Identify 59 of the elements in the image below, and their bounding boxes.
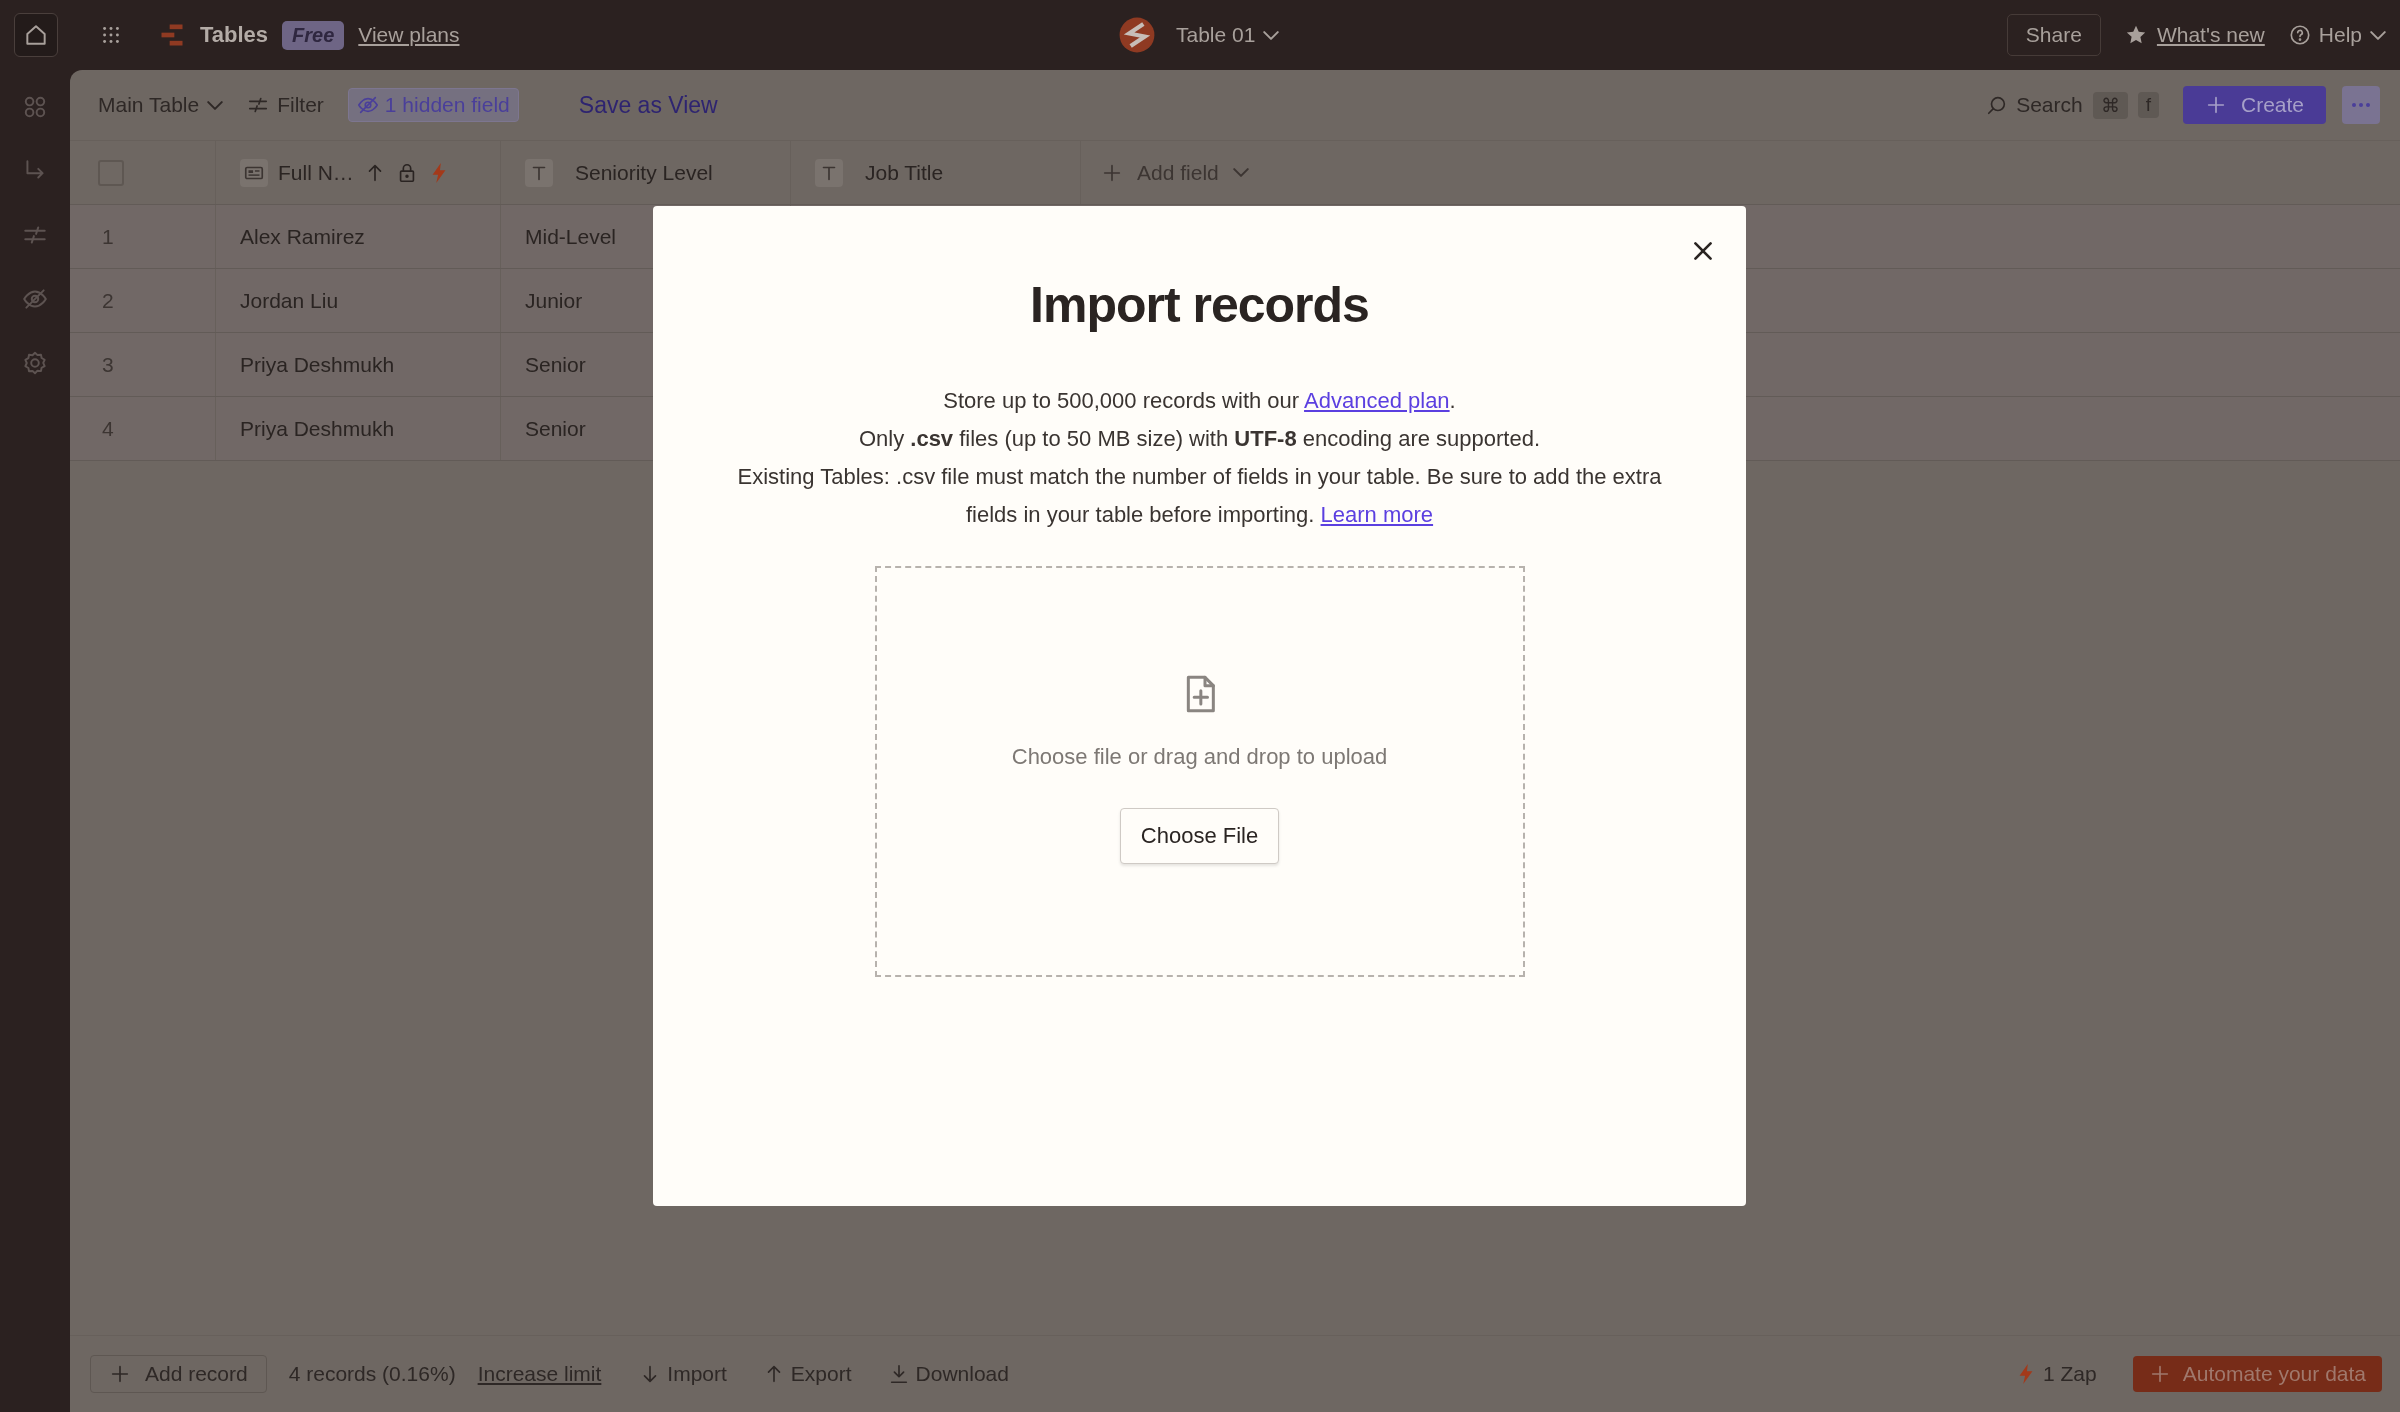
eye-off-icon bbox=[356, 94, 379, 116]
apps-icon[interactable] bbox=[22, 94, 48, 120]
dialog-title: Import records bbox=[1030, 276, 1369, 334]
upload-hint: Choose file or drag and drop to upload bbox=[1011, 744, 1388, 770]
choose-file-button[interactable]: Choose File bbox=[1119, 808, 1280, 864]
column-header[interactable]: Seniority Level bbox=[501, 141, 791, 204]
record-count: 4 records (0.16%) bbox=[288, 1362, 456, 1386]
increase-limit-link[interactable]: Increase limit bbox=[477, 1362, 602, 1386]
save-view-button[interactable]: Save as View bbox=[578, 91, 718, 119]
chevron-icon bbox=[207, 100, 224, 110]
create-button[interactable]: Create bbox=[2182, 86, 2326, 124]
share-button[interactable]: Share bbox=[2006, 14, 2101, 56]
dialog-text: Existing Tables: .csv file must match the number of fields in your table. Be sure to add the extra fields in your table before importing. Learn more bbox=[736, 463, 1663, 529]
chevron-icon bbox=[2370, 30, 2386, 40]
chevron-icon bbox=[1232, 168, 1249, 177]
chevron-icon bbox=[1263, 30, 1280, 40]
download-button[interactable]: Download bbox=[887, 1362, 1009, 1386]
home-icon[interactable] bbox=[14, 13, 58, 57]
table-cell: Senior bbox=[525, 352, 586, 377]
table-cell: Priya Deshmukh bbox=[240, 416, 395, 441]
automate-button[interactable]: Automate your data bbox=[2132, 1356, 2382, 1392]
column-header[interactable]: Full N… bbox=[216, 141, 501, 204]
text-type-icon bbox=[525, 158, 553, 187]
eye-off-icon[interactable] bbox=[22, 286, 48, 312]
table-cell: Jordan Liu bbox=[240, 288, 339, 313]
dialog-link[interactable]: Learn more bbox=[1320, 502, 1434, 527]
import-button[interactable]: Import bbox=[639, 1362, 727, 1386]
text-type-icon bbox=[815, 158, 843, 187]
filter-button[interactable]: Filter bbox=[247, 93, 324, 117]
app-grid-icon[interactable] bbox=[100, 24, 122, 46]
settings-icon[interactable] bbox=[22, 350, 48, 376]
plan-badge: Free bbox=[282, 20, 345, 50]
id-card-icon bbox=[240, 158, 268, 187]
add-record-button[interactable]: Add record bbox=[90, 1355, 267, 1393]
help-button[interactable]: Help bbox=[2288, 23, 2386, 47]
table-name-dropdown[interactable]: Table 01 bbox=[1176, 23, 1280, 47]
more-icon[interactable] bbox=[2342, 86, 2380, 124]
dialog-link[interactable]: Advanced plan bbox=[1304, 388, 1450, 413]
zaps-button[interactable]: 1 Zap bbox=[2015, 1362, 2097, 1386]
table-cell: Priya Deshmukh bbox=[240, 352, 395, 377]
plus-icon bbox=[109, 1363, 131, 1385]
help-icon bbox=[2288, 24, 2311, 46]
export-button[interactable]: Export bbox=[762, 1362, 852, 1386]
table-cell: Alex Ramirez bbox=[240, 224, 365, 249]
view-plans-link[interactable]: View plans bbox=[358, 23, 460, 47]
table-cell: Junior bbox=[525, 288, 583, 313]
table-cell: Senior bbox=[525, 416, 586, 441]
column-header[interactable]: Job Title bbox=[791, 141, 1081, 204]
view-dropdown[interactable]: Main Table bbox=[98, 93, 224, 117]
app-name: Tables bbox=[200, 22, 269, 48]
shortcut-key: ⌘ bbox=[2092, 91, 2128, 119]
whats-new-link[interactable]: What's new bbox=[2124, 23, 2265, 47]
star-icon bbox=[2124, 24, 2147, 46]
logo-icon bbox=[1118, 16, 1156, 54]
search-button[interactable]: Search bbox=[1986, 93, 2083, 117]
table-cell: Mid-Level bbox=[525, 224, 617, 249]
drop-zone[interactable]: Choose file or drag and drop to upload Choose File bbox=[874, 566, 1525, 977]
dialog-text: Store up to 500,000 records with our Advanced plan. bbox=[943, 387, 1456, 415]
dialog-text: Only .csv files (up to 50 MB size) with UTF-8 encoding are supported. bbox=[858, 425, 1541, 453]
